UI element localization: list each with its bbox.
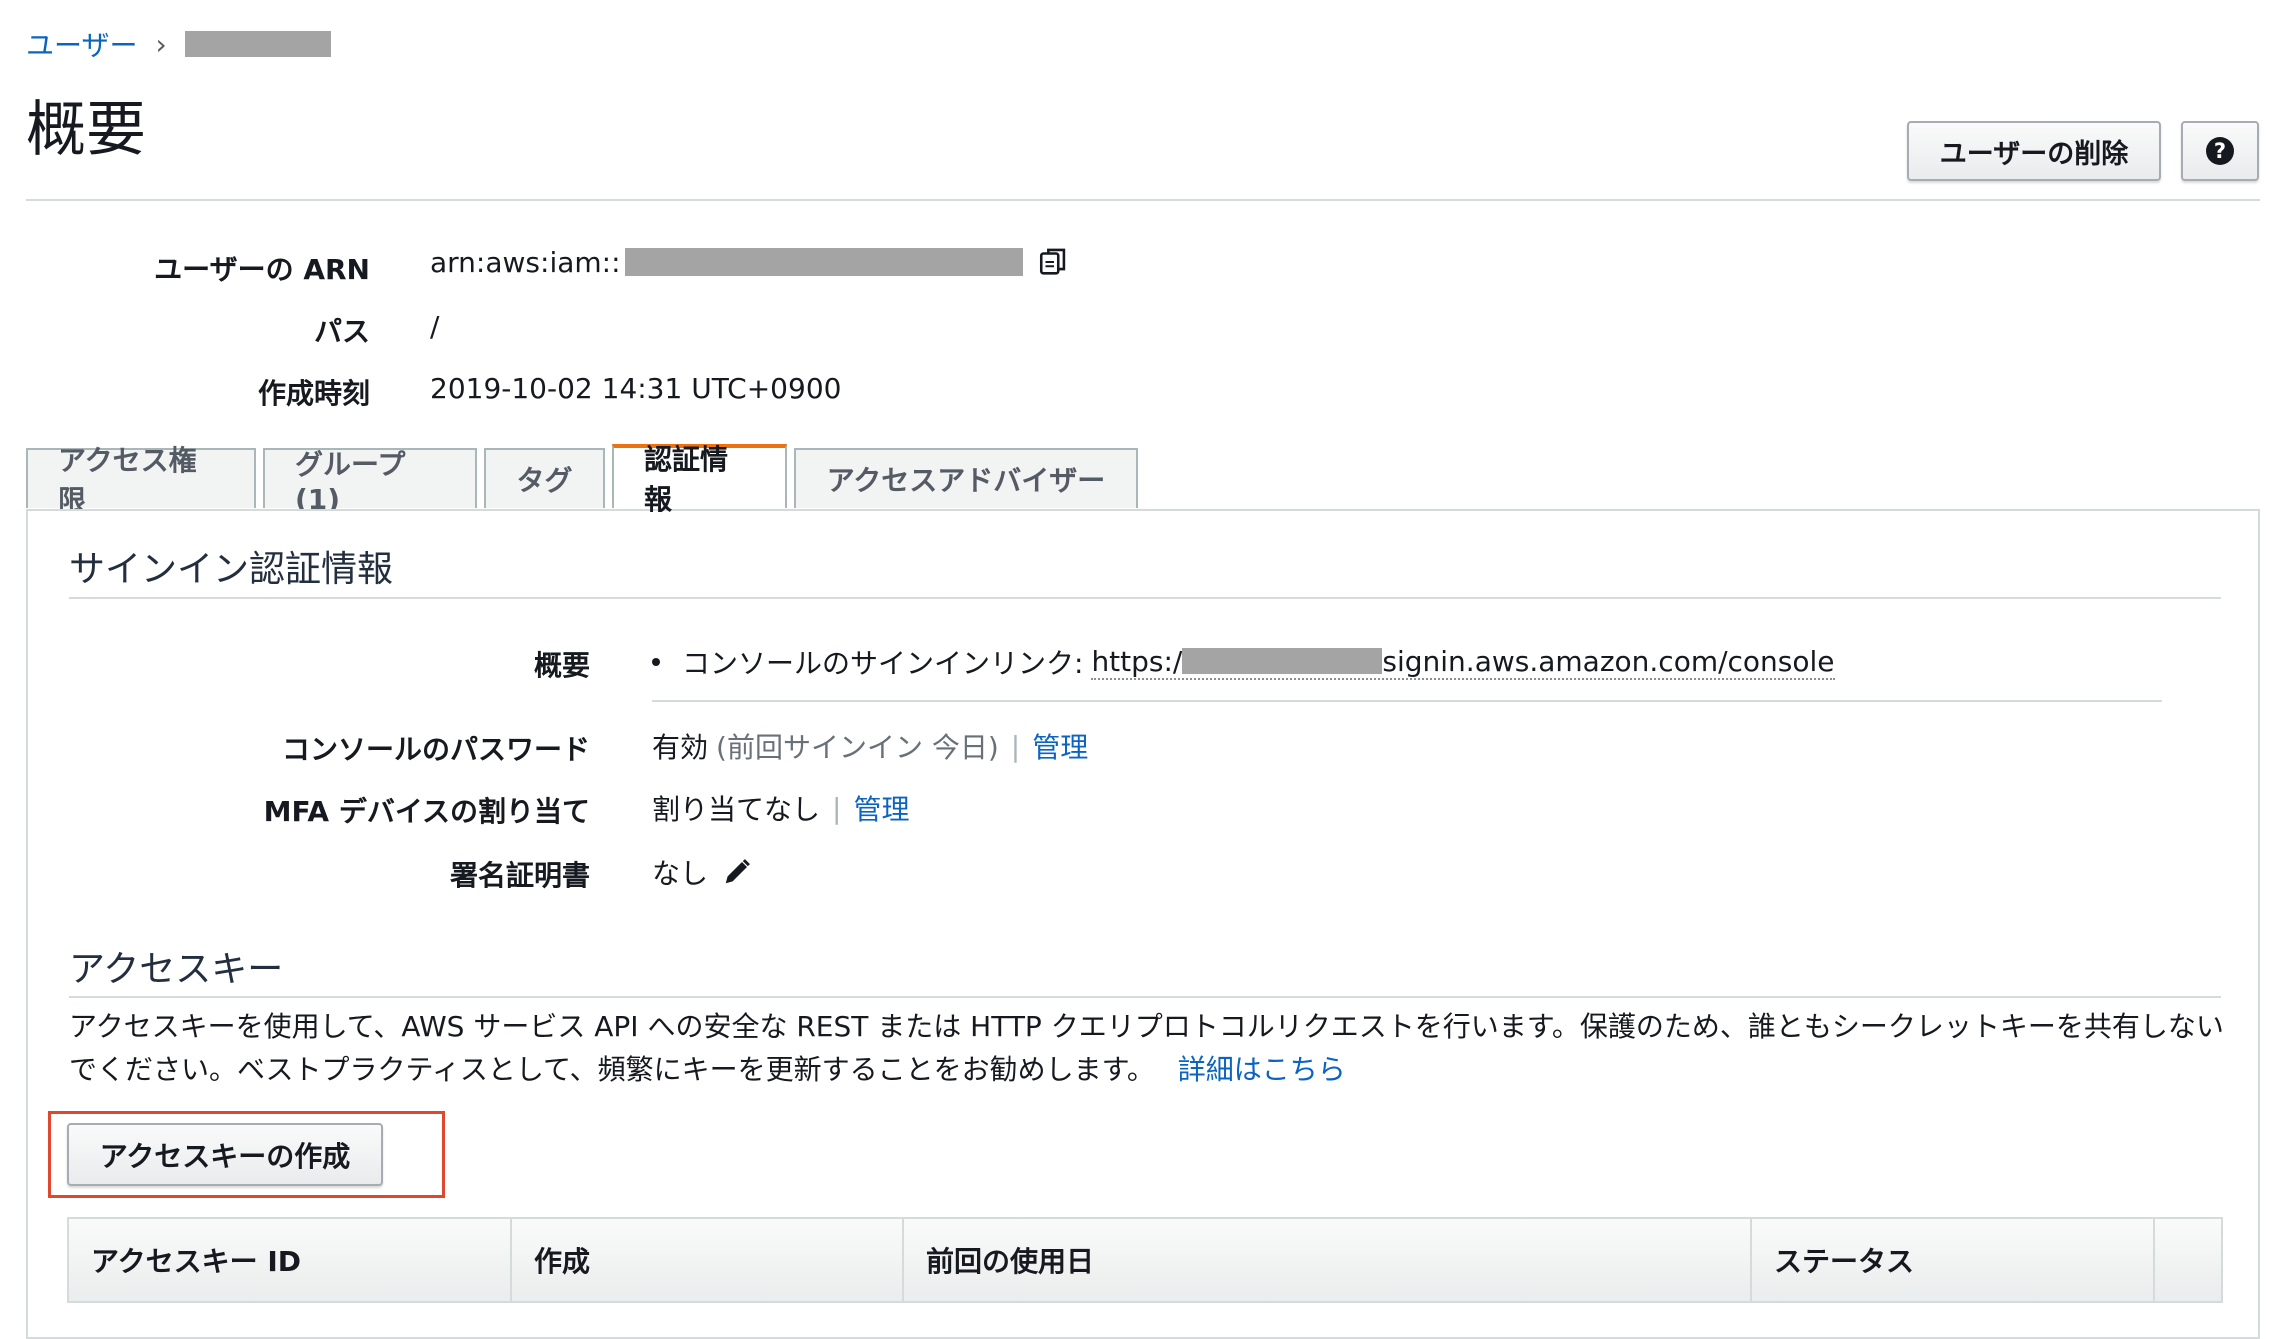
row-divider bbox=[652, 700, 2162, 702]
mfa-value: 割り当てなし | 管理 bbox=[652, 788, 909, 828]
tab-tags[interactable]: タグ bbox=[484, 448, 605, 508]
access-keys-section-title: アクセスキー bbox=[69, 949, 284, 990]
breadcrumb: ユーザー › bbox=[26, 24, 331, 64]
section-divider bbox=[69, 597, 2221, 599]
column-header-last-used[interactable]: 前回の使用日 bbox=[904, 1219, 1752, 1301]
column-header-access-key-id[interactable]: アクセスキー ID bbox=[69, 1219, 512, 1301]
arn-value: arn:aws:iam:: bbox=[430, 245, 1071, 279]
arn-label: ユーザーの ARN bbox=[154, 253, 370, 286]
separator: | bbox=[832, 791, 842, 825]
manage-mfa-link[interactable]: 管理 bbox=[853, 788, 909, 828]
column-header-created[interactable]: 作成 bbox=[512, 1219, 904, 1301]
description-text: アクセスキーを使用して、AWS サービス API への安全な REST または … bbox=[69, 1010, 2224, 1086]
tab-panel bbox=[26, 509, 2260, 1339]
copy-icon[interactable] bbox=[1037, 245, 1071, 279]
mfa-label: MFA デバイスの割り当て bbox=[263, 795, 590, 828]
created-value: 2019-10-02 14:31 UTC+0900 bbox=[430, 372, 842, 405]
access-keys-table-header: アクセスキー ID 作成 前回の使用日 ステータス bbox=[67, 1217, 2223, 1303]
created-label: 作成時刻 bbox=[257, 377, 370, 410]
password-status: 有効 bbox=[652, 731, 709, 764]
console-link-suffix: signin.aws.amazon.com/console bbox=[1382, 644, 1835, 678]
signin-section-title: サインイン認証情報 bbox=[69, 549, 394, 590]
section-divider bbox=[69, 996, 2221, 998]
redacted-account bbox=[624, 248, 1023, 276]
arn-prefix: arn:aws:iam:: bbox=[430, 245, 621, 279]
breadcrumb-users-link[interactable]: ユーザー bbox=[26, 24, 137, 64]
help-button[interactable]: ? bbox=[2181, 121, 2259, 181]
tab-groups[interactable]: グループ (1) bbox=[263, 448, 477, 516]
path-value: / bbox=[430, 310, 440, 343]
bullet bbox=[652, 658, 660, 666]
separator: | bbox=[1010, 729, 1021, 763]
pencil-icon[interactable] bbox=[722, 857, 752, 887]
signing-cert-status: なし bbox=[652, 857, 709, 890]
delete-user-button[interactable]: ユーザーの削除 bbox=[1907, 121, 2161, 181]
tab-access-advisor[interactable]: アクセスアドバイザー bbox=[794, 448, 1138, 508]
help-icon: ? bbox=[2206, 137, 2234, 165]
password-last-signin: (前回サインイン 今日) bbox=[716, 731, 999, 764]
console-password-label: コンソールのパスワード bbox=[281, 733, 590, 766]
page-title: 概要 bbox=[26, 95, 146, 165]
redacted-account-alias bbox=[1182, 648, 1383, 674]
console-password-value: 有効 (前回サインイン 今日) | 管理 bbox=[652, 726, 1088, 766]
tab-security-credentials[interactable]: 認証情報 bbox=[612, 443, 787, 516]
console-link-prefix: https:/ bbox=[1091, 644, 1183, 678]
console-link[interactable]: https:/ signin.aws.amazon.com/console bbox=[1091, 644, 1835, 680]
console-link-row: コンソールのサインインリンク: https:/ signin.aws.amazo… bbox=[652, 642, 1835, 682]
learn-more-link[interactable]: 詳細はこちら bbox=[1178, 1053, 1346, 1086]
redacted-username bbox=[184, 31, 331, 57]
create-access-key-button[interactable]: アクセスキーの作成 bbox=[67, 1123, 383, 1186]
signing-cert-label: 署名証明書 bbox=[449, 859, 590, 892]
access-keys-description: アクセスキーを使用して、AWS サービス API への安全な REST または … bbox=[69, 1005, 2229, 1091]
column-header-status[interactable]: ステータス bbox=[1752, 1219, 2155, 1301]
manage-password-link[interactable]: 管理 bbox=[1032, 726, 1088, 766]
chevron-right-icon: › bbox=[155, 27, 167, 61]
signing-cert-value: なし bbox=[652, 852, 752, 892]
overview-label: 概要 bbox=[533, 649, 590, 682]
column-header-actions bbox=[2155, 1219, 2221, 1301]
console-link-label: コンソールのサインインリンク: bbox=[682, 647, 1084, 680]
divider bbox=[26, 199, 2260, 201]
mfa-status: 割り当てなし bbox=[652, 793, 821, 826]
path-label: パス bbox=[313, 315, 370, 348]
tab-permissions[interactable]: アクセス権限 bbox=[26, 444, 256, 517]
tab-bar: アクセス権限 グループ (1) タグ 認証情報 アクセスアドバイザー bbox=[26, 443, 1138, 517]
